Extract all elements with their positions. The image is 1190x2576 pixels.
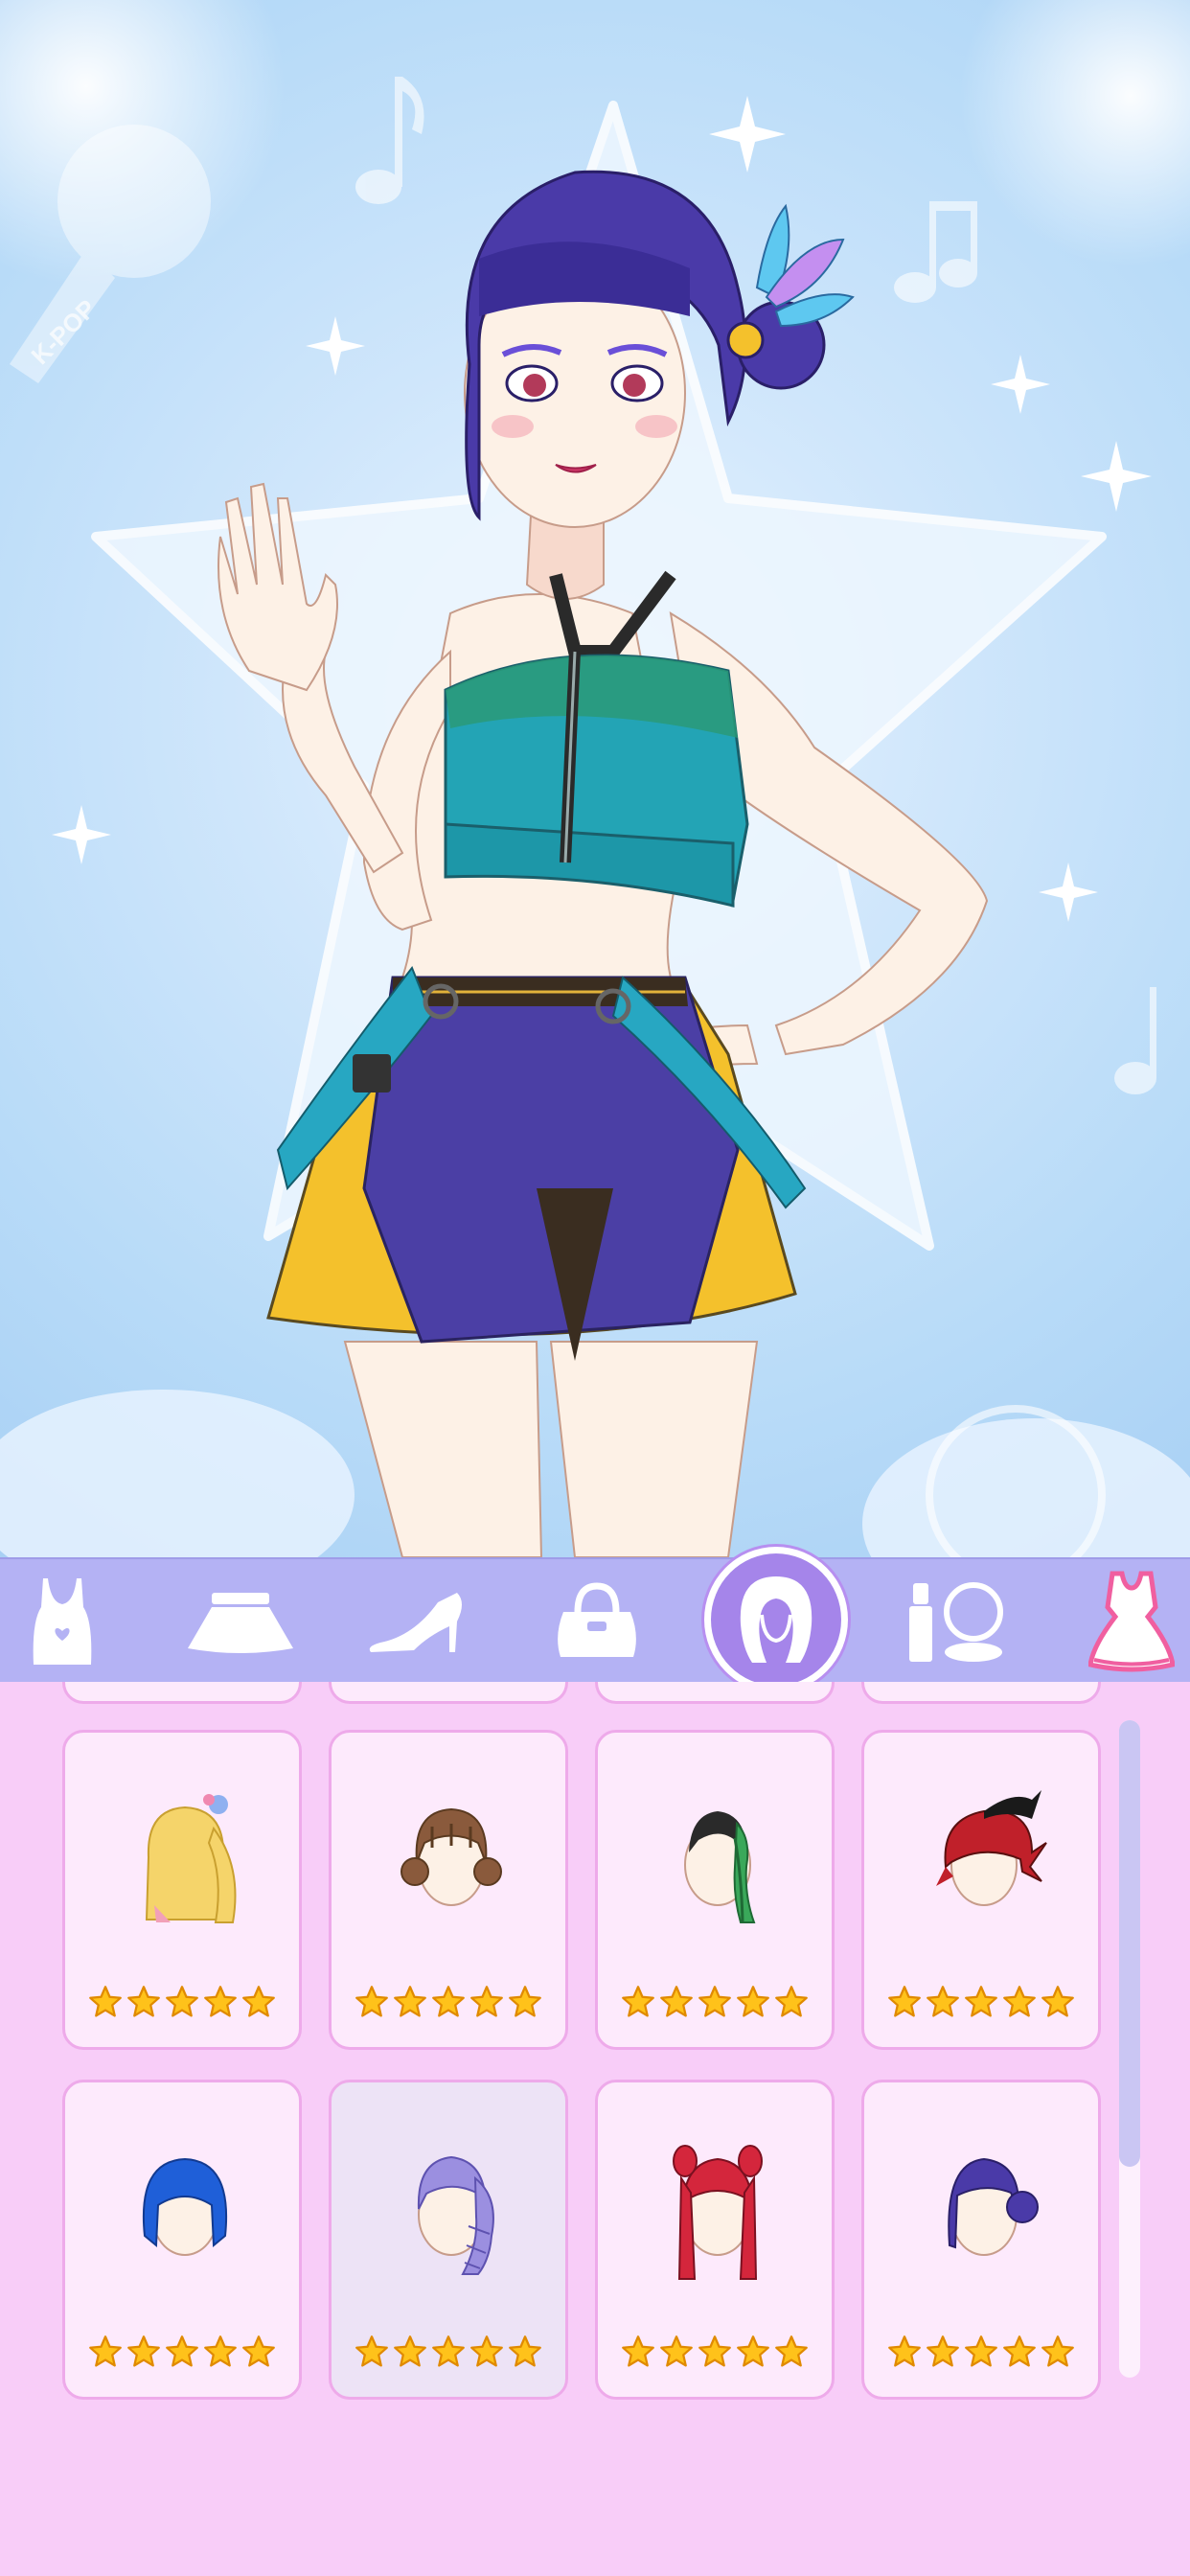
star-icon [241,2334,276,2374]
star-icon [203,1985,238,2024]
star-rating [598,2334,832,2374]
star-rating [864,1985,1098,2024]
star-icon [659,1985,694,2024]
star-icon [203,2334,238,2374]
star-icon [88,2334,123,2374]
star-icon [926,1985,960,2024]
star-icon [621,1985,655,2024]
hair-thumbnail [888,2102,1080,2312]
star-icon [736,1985,770,2024]
star-icon [964,1985,998,2024]
card-partial[interactable] [329,1682,568,1704]
star-icon [126,1985,161,2024]
hair-thumbnail [355,1752,547,1963]
star-icon [1002,1985,1037,2024]
hair-thumbnail [89,1752,281,1963]
character-avatar [217,170,989,1557]
star-icon [431,1985,466,2024]
star-icon [926,2334,960,2374]
tab-makeup[interactable] [882,1559,1026,1684]
star-icon [774,1985,809,2024]
tab-hair[interactable] [704,1547,848,1692]
star-icon [88,1985,123,2024]
hair-item-card[interactable] [595,2080,835,2400]
hair-item-card[interactable] [861,1730,1101,2050]
star-icon [621,2334,655,2374]
star-icon [393,2334,427,2374]
star-icon [887,1985,922,2024]
star-icon [393,1985,427,2024]
tank-top-icon [33,1578,92,1665]
scrollbar-thumb[interactable] [1119,1720,1140,2167]
star-icon [165,2334,199,2374]
star-icon [241,1985,276,2024]
tab-dresses[interactable] [1060,1559,1190,1684]
handbag-icon [558,1582,636,1657]
star-icon [1041,1985,1075,2024]
star-rating [864,2334,1098,2374]
star-icon [698,2334,732,2374]
lipstick-compact-icon [909,1582,1003,1662]
star-icon [469,2334,504,2374]
dressup-stage: K-POP [0,0,1190,1557]
tab-tops[interactable] [0,1559,134,1684]
card-partial[interactable] [861,1682,1101,1704]
star-icon [508,2334,542,2374]
card-partial[interactable] [62,1682,302,1704]
star-rating [332,2334,565,2374]
hair-item-card[interactable] [329,2080,568,2400]
hair-item-card[interactable] [861,2080,1101,2400]
hair-item-card[interactable] [62,2080,302,2400]
skirt-icon [188,1593,293,1653]
star-icon [736,2334,770,2374]
card-partial[interactable] [595,1682,835,1704]
star-icon [698,1985,732,2024]
hair-thumbnail [622,1752,813,1963]
star-icon [355,1985,389,2024]
star-icon [659,2334,694,2374]
star-icon [508,1985,542,2024]
star-icon [165,1985,199,2024]
hair-thumbnail [622,2102,813,2312]
star-icon [431,2334,466,2374]
star-icon [1041,2334,1075,2374]
high-heel-icon [369,1593,462,1652]
star-rating [332,1985,565,2024]
hair-item-card[interactable] [329,1730,568,2050]
hair-thumbnail [888,1752,1080,1963]
hair-item-card[interactable] [595,1730,835,2050]
star-icon [355,2334,389,2374]
active-tab-highlight [704,1547,848,1692]
hair-item-card[interactable] [62,1730,302,2050]
hair-thumbnail [89,2102,281,2312]
star-rating [65,2334,299,2374]
star-icon [964,2334,998,2374]
hair-thumbnail [355,2102,547,2312]
star-rating [598,1985,832,2024]
star-icon [774,2334,809,2374]
hair-selection-panel [0,1682,1190,2576]
tab-shoes[interactable] [347,1559,491,1684]
star-icon [126,2334,161,2374]
star-icon [1002,2334,1037,2374]
star-icon [469,1985,504,2024]
dress-icon [1088,1571,1175,1672]
tab-bags[interactable] [525,1559,669,1684]
tab-skirts[interactable] [169,1559,312,1684]
category-tab-bar [0,1547,1190,1692]
star-icon [887,2334,922,2374]
star-rating [65,1985,299,2024]
hair-head-icon [740,1576,812,1663]
